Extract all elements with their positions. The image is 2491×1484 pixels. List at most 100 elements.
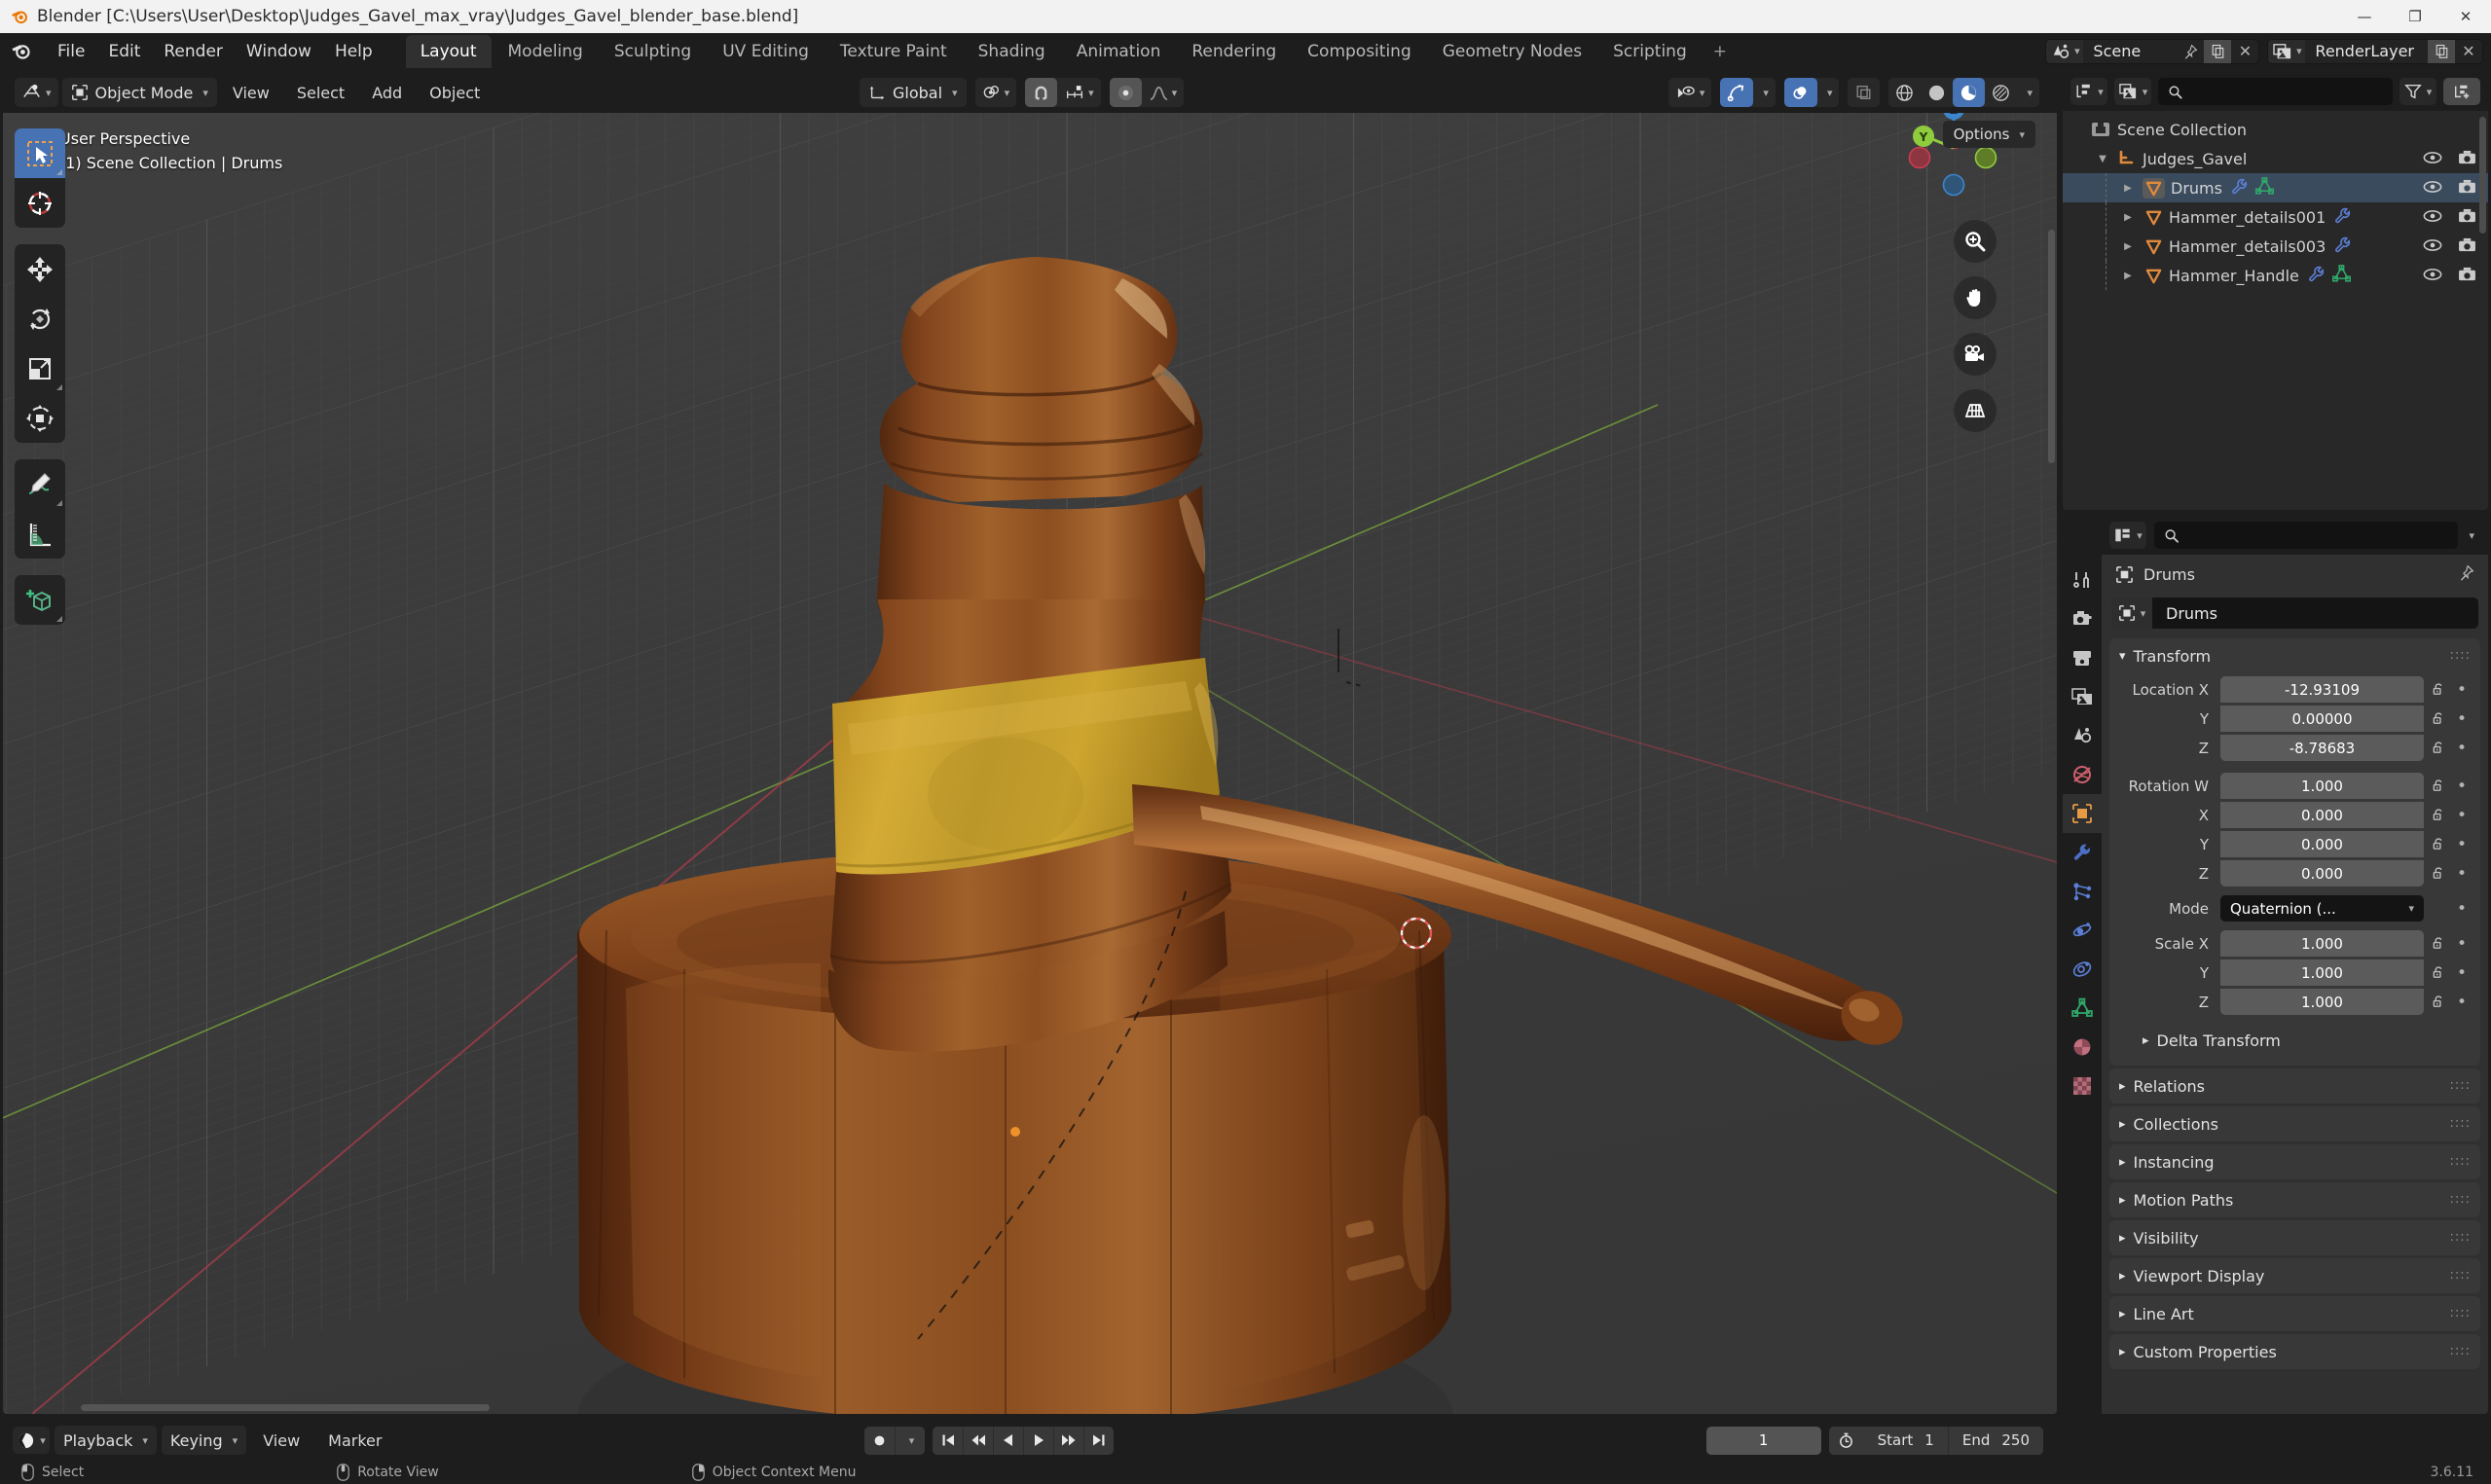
visibility-dropdown[interactable]: ▾	[1667, 78, 1712, 107]
timeline-marker-menu[interactable]: Marker	[316, 1428, 393, 1454]
wrench-icon[interactable]	[2230, 177, 2249, 199]
scale-y-value[interactable]: 1.000	[2220, 959, 2424, 986]
jump-to-end-icon[interactable]	[1083, 1426, 1114, 1455]
animate-property-dot[interactable]: •	[2453, 864, 2471, 884]
interaction-mode-dropdown[interactable]: Object Mode ▾	[61, 78, 217, 107]
properties-search-input[interactable]	[2154, 522, 2459, 549]
menu-render[interactable]: Render	[152, 38, 235, 65]
drag-handle[interactable]: ::::	[2449, 1231, 2471, 1244]
close-button[interactable]: ✕	[2440, 0, 2491, 33]
expander[interactable]: ▶	[2119, 271, 2137, 281]
rotation-x-value[interactable]: 0.000	[2220, 802, 2424, 828]
lock-icon[interactable]	[2424, 936, 2453, 951]
toggle-xray-icon[interactable]	[1848, 78, 1880, 107]
pivot-point-dropdown[interactable]: ▾	[974, 78, 1017, 107]
transform-orientation-dropdown[interactable]: Global ▾	[860, 78, 967, 107]
measure-tool[interactable]	[15, 509, 65, 559]
tab-texture-paint[interactable]: Texture Paint	[825, 35, 962, 68]
visibility-panel[interactable]: ▸ Visibility ::::	[2109, 1220, 2480, 1255]
view-layer-tab[interactable]	[2063, 677, 2102, 716]
rendered-shading-icon[interactable]	[1985, 78, 2017, 107]
scene-tab[interactable]	[2063, 716, 2102, 755]
overlay-options-caret[interactable]: ▾	[1817, 78, 1840, 107]
object-icon[interactable]: ▾	[2111, 597, 2152, 629]
rotate-tool[interactable]	[15, 294, 65, 344]
tab-modeling[interactable]: Modeling	[494, 35, 598, 68]
scale-x-value[interactable]: 1.000	[2220, 930, 2424, 957]
wrench-icon[interactable]	[2333, 235, 2352, 258]
tab-compositing[interactable]: Compositing	[1293, 35, 1426, 68]
animate-property-dot[interactable]: •	[2453, 777, 2471, 796]
zoom-icon[interactable]	[1954, 220, 1996, 263]
editor-type-icon[interactable]: ▾	[15, 78, 58, 107]
outliner-scrollbar[interactable]	[2479, 117, 2486, 234]
snap-magnet-icon[interactable]	[1025, 78, 1058, 107]
eye-icon[interactable]	[2423, 237, 2442, 256]
jump-to-start-icon[interactable]	[933, 1427, 963, 1455]
drag-handle[interactable]: ::::	[2449, 1345, 2471, 1357]
rotation-w-value[interactable]: 1.000	[2220, 773, 2424, 799]
animate-property-dot[interactable]: •	[2453, 806, 2471, 825]
object-visibility-icon[interactable]: ▾	[1668, 78, 1712, 107]
properties-filter-caret[interactable]: ▾	[2469, 529, 2474, 542]
expander[interactable]: ▶	[2119, 212, 2137, 223]
location-x-value[interactable]: -12.93109	[2220, 676, 2424, 703]
tweak-select-box-tool[interactable]	[15, 128, 65, 178]
outliner-row-hammer-details001[interactable]: ▶ Hammer_details001	[2063, 202, 2488, 232]
collections-panel[interactable]: ▸ Collections ::::	[2109, 1106, 2480, 1141]
remove-view-layer-icon[interactable]: ✕	[2455, 40, 2482, 63]
proportional-edit-icon[interactable]	[1109, 78, 1142, 107]
auto-keying-group[interactable]: ▾	[864, 1426, 925, 1455]
viewport-options-dropdown[interactable]: Options ▾	[1942, 121, 2035, 148]
lock-icon[interactable]	[2424, 808, 2453, 822]
overlays-toggle-group[interactable]: ▾	[1783, 78, 1840, 107]
eye-icon[interactable]	[2423, 208, 2442, 227]
outliner-row-hammer-handle[interactable]: ▶ Hammer_Handle	[2063, 261, 2488, 290]
tab-sculpting[interactable]: Sculpting	[600, 35, 706, 68]
new-scene-icon[interactable]	[2204, 39, 2232, 63]
pan-hand-icon[interactable]	[1954, 276, 1996, 319]
expander[interactable]: ▶	[2119, 183, 2137, 194]
pin-scene-icon[interactable]	[2177, 40, 2204, 63]
shading-options-caret[interactable]: ▾	[2017, 78, 2039, 107]
jump-to-keyframe-next-icon[interactable]	[1053, 1426, 1083, 1455]
animate-property-dot[interactable]: •	[2453, 963, 2471, 983]
minimize-button[interactable]: —	[2339, 0, 2390, 33]
outliner-search-input[interactable]	[2158, 78, 2393, 105]
tool-tab[interactable]	[2063, 561, 2102, 599]
animate-property-dot[interactable]: •	[2453, 739, 2471, 758]
outliner-row-drums[interactable]: ▶ Drums	[2063, 173, 2488, 202]
jump-to-keyframe-prev-icon[interactable]	[963, 1426, 993, 1455]
outliner-row-hammer-details003[interactable]: ▶ Hammer_details003	[2063, 232, 2488, 261]
annotate-tool[interactable]	[15, 459, 65, 509]
xray-toggle[interactable]	[1848, 78, 1881, 107]
location-y-value[interactable]: 0.00000	[2220, 706, 2424, 732]
lock-icon[interactable]	[2424, 682, 2453, 697]
show-gizmo-icon[interactable]	[1720, 78, 1754, 107]
lock-icon[interactable]	[2424, 866, 2453, 881]
viewport-menu-add[interactable]: Add	[360, 80, 414, 106]
menu-help[interactable]: Help	[323, 38, 385, 65]
view-layer-datablock[interactable]: ▾ RenderLayer ✕	[2267, 38, 2483, 64]
timeline-view-menu[interactable]: View	[251, 1428, 311, 1454]
tab-animation[interactable]: Animation	[1062, 35, 1176, 68]
cursor-tool[interactable]	[15, 178, 65, 228]
tab-scripting[interactable]: Scripting	[1598, 35, 1702, 68]
view-layer-icon[interactable]: ▾	[2268, 39, 2306, 63]
viewport-shading-group[interactable]: ▾	[1888, 78, 2039, 107]
relations-panel[interactable]: ▸ Relations ::::	[2109, 1068, 2480, 1104]
drag-handle[interactable]: ::::	[2449, 1269, 2471, 1282]
viewport-menu-select[interactable]: Select	[285, 80, 356, 106]
motion-paths-panel[interactable]: ▸ Motion Paths ::::	[2109, 1182, 2480, 1217]
lock-icon[interactable]	[2424, 711, 2453, 726]
play-icon[interactable]	[1023, 1426, 1053, 1455]
properties-search-field[interactable]	[2186, 526, 2449, 544]
scene-datablock[interactable]: ▾ Scene ✕	[2045, 38, 2260, 64]
remove-scene-icon[interactable]: ✕	[2231, 40, 2258, 63]
viewport-horizontal-scrollbar[interactable]	[81, 1404, 490, 1411]
lock-icon[interactable]	[2424, 995, 2453, 1009]
maximize-button[interactable]: ❐	[2390, 0, 2440, 33]
drag-handle[interactable]: ::::	[2449, 1155, 2471, 1168]
drag-handle[interactable]: ::::	[2449, 1307, 2471, 1320]
show-overlays-icon[interactable]	[1783, 78, 1817, 107]
